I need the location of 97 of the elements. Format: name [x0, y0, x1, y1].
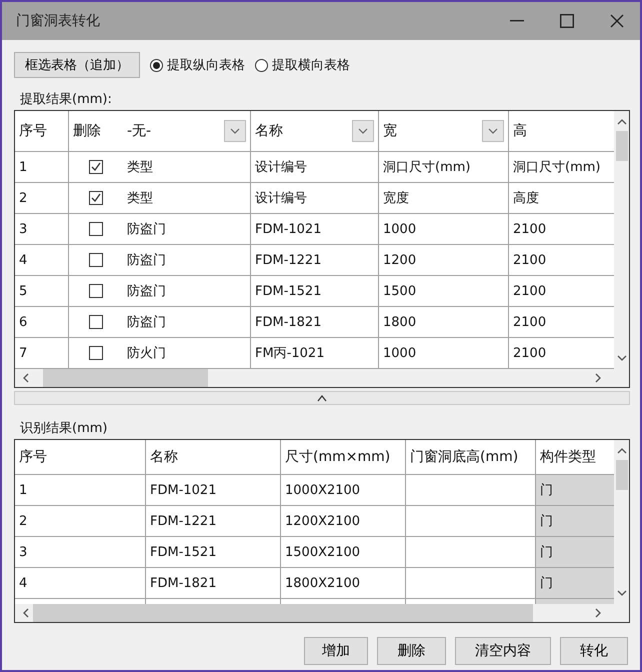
column-header: 名称: [146, 440, 281, 474]
table-cell: 防盗门: [123, 307, 251, 337]
column-header: 序号: [19, 122, 48, 140]
column-dropdown[interactable]: [352, 120, 374, 142]
column-header: 尺寸(mm×mm): [281, 440, 406, 474]
column-header: 门窗洞底高(mm): [406, 440, 536, 474]
table-cell: 1500: [379, 276, 509, 306]
table-cell: 2: [15, 506, 146, 536]
table-cell: FDM-1221: [251, 245, 379, 275]
table-cell: 防盗门: [123, 276, 251, 306]
table-cell: FDM-1221: [146, 506, 281, 536]
caret-icon: [358, 126, 368, 136]
table-cell: 1000: [379, 338, 509, 368]
column-dropdown[interactable]: [224, 120, 246, 142]
scrollbar-thumb[interactable]: [616, 460, 628, 490]
caret-up-icon: [317, 394, 327, 402]
action-button[interactable]: 增加: [304, 637, 368, 665]
table-cell: 洞口尺寸(mm): [379, 152, 509, 182]
scroll-up-icon[interactable]: [616, 446, 626, 456]
scroll-up-icon[interactable]: [616, 117, 626, 127]
table-cell: FDM-1521: [146, 537, 281, 567]
table-cell: 1000: [379, 214, 509, 244]
select-table-button[interactable]: 框选表格（追加）: [14, 52, 140, 78]
scroll-down-icon[interactable]: [616, 353, 626, 363]
table-cell: 3: [15, 214, 69, 244]
table-cell: 防盗门: [123, 214, 251, 244]
close-icon: [610, 14, 624, 28]
column-header: -无-: [127, 122, 152, 140]
table-cell: FDM-1821: [251, 307, 379, 337]
vertical-scrollbar[interactable]: [614, 111, 629, 369]
window-title: 门窗洞表转化: [16, 12, 101, 30]
type-combo[interactable]: 门: [536, 568, 614, 598]
table-cell: 4: [15, 245, 69, 275]
table-cell: 2: [15, 183, 69, 213]
caret-icon: [230, 126, 240, 136]
table-cell: 1: [15, 152, 69, 182]
action-button[interactable]: 清空内容: [455, 637, 551, 665]
table-cell: 设计编号: [251, 152, 379, 182]
group-label: 识别结果(mm): [20, 420, 108, 435]
column-header: 高: [513, 122, 528, 140]
maximize-icon: [560, 14, 574, 28]
table-cell: 设计编号: [251, 183, 379, 213]
scroll-left-icon[interactable]: [21, 608, 31, 618]
table-cell: 1000X2100: [281, 475, 406, 505]
column-header: 序号: [15, 440, 146, 474]
table-cell: 5: [15, 276, 69, 306]
scroll-right-icon[interactable]: [593, 373, 603, 383]
table-cell: 1: [15, 475, 146, 505]
scrollbar-thumb[interactable]: [43, 369, 208, 387]
group-label: 提取结果(mm):: [20, 91, 113, 106]
table-cell: 1800X2100: [281, 568, 406, 598]
table-cell: 防盗门: [123, 245, 251, 275]
column-header: 宽: [383, 122, 398, 140]
table-cell: 3: [15, 537, 146, 567]
table-cell: 类型: [123, 152, 251, 182]
table-cell: 1200: [379, 245, 509, 275]
table-cell: 4: [15, 568, 146, 598]
minimize-icon: [510, 20, 524, 22]
horizontal-scrollbar[interactable]: [15, 604, 629, 622]
scroll-left-icon[interactable]: [21, 373, 31, 383]
type-combo[interactable]: 门: [536, 475, 614, 505]
table-cell: 1800: [379, 307, 509, 337]
column-header: 名称: [255, 122, 284, 140]
type-combo[interactable]: 门: [536, 506, 614, 536]
table-cell: FDM-1021: [251, 214, 379, 244]
table-cell: 类型: [123, 183, 251, 213]
scroll-down-icon[interactable]: [616, 588, 626, 598]
delete-checkbox[interactable]: [89, 315, 103, 329]
scroll-right-icon[interactable]: [593, 608, 603, 618]
column-header: 删除: [73, 122, 102, 140]
delete-checkbox[interactable]: [89, 253, 103, 267]
table-cell: FDM-1021: [146, 475, 281, 505]
delete-checkbox[interactable]: [89, 222, 103, 236]
action-button[interactable]: 删除: [377, 637, 446, 665]
table-cell: 1200X2100: [281, 506, 406, 536]
table-cell: FDM-1821: [146, 568, 281, 598]
table-cell: 宽度: [379, 183, 509, 213]
mode-radio[interactable]: 提取纵向表格: [150, 56, 245, 74]
caret-icon: [488, 126, 498, 136]
table-cell: 防火门: [123, 338, 251, 368]
delete-checkbox[interactable]: [89, 191, 103, 205]
scrollbar-thumb[interactable]: [33, 604, 533, 622]
table-cell: 7: [15, 338, 69, 368]
table-cell: 6: [15, 307, 69, 337]
horizontal-scrollbar[interactable]: [15, 369, 629, 387]
type-combo[interactable]: 门: [536, 537, 614, 567]
delete-checkbox[interactable]: [89, 284, 103, 298]
delete-checkbox[interactable]: [89, 160, 103, 174]
mode-radio[interactable]: 提取横向表格: [255, 56, 350, 74]
table-cell: 1500X2100: [281, 537, 406, 567]
column-dropdown[interactable]: [482, 120, 504, 142]
table-cell: FM丙-1021: [251, 338, 379, 368]
vertical-scrollbar[interactable]: [614, 440, 629, 604]
action-button[interactable]: 转化: [560, 637, 628, 665]
scrollbar-thumb[interactable]: [616, 131, 628, 161]
table-cell: FDM-1521: [251, 276, 379, 306]
delete-checkbox[interactable]: [89, 346, 103, 360]
